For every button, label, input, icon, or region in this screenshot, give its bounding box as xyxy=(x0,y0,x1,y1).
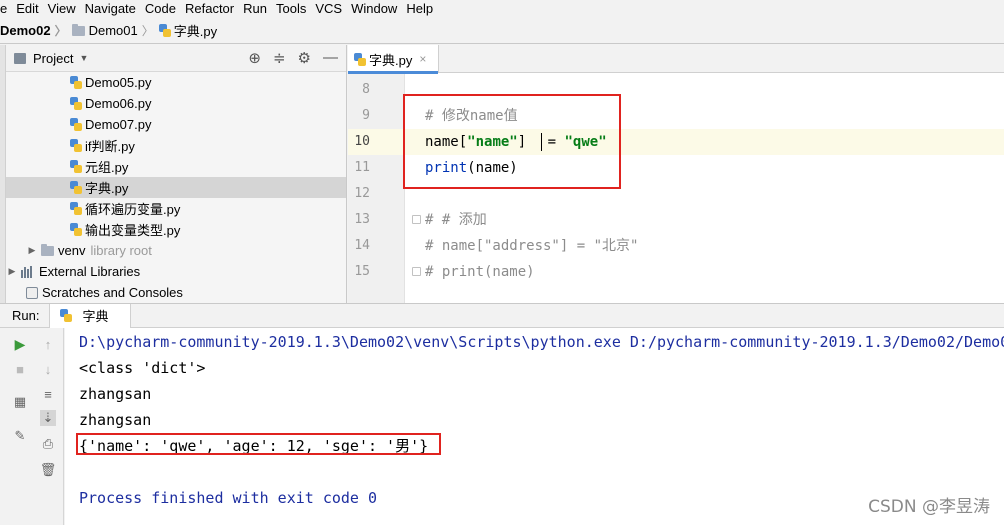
folder-icon xyxy=(71,23,85,36)
collapse-all-icon[interactable]: ≑ xyxy=(273,49,286,67)
highlight-box-code xyxy=(403,94,621,189)
python-file-icon xyxy=(70,223,82,236)
console-line: D:\pycharm-community-2019.1.3\Demo02\ven… xyxy=(79,333,1004,351)
editor-tab[interactable]: 字典.py × xyxy=(348,45,439,74)
watermark: CSDN @李昱涛 xyxy=(868,497,990,517)
tree-item-external-libraries[interactable]: ▶ External Libraries xyxy=(6,261,346,282)
code-line: 13 # # 添加 xyxy=(354,212,487,228)
tree-item[interactable]: Demo06.py xyxy=(6,93,346,114)
code-editor[interactable]: 字典.py × 8 9 # 修改name值 10 name["name"] = … xyxy=(348,45,1004,303)
breadcrumb-file[interactable]: 字典.py xyxy=(158,21,217,40)
python-file-icon xyxy=(70,202,82,215)
close-icon[interactable]: × xyxy=(419,52,426,66)
menu-window[interactable]: Window xyxy=(345,1,400,17)
console-line: zhangsan xyxy=(79,385,152,403)
rerun-icon[interactable]: ▶ xyxy=(12,336,28,352)
menu-refactor[interactable]: Refactor xyxy=(179,1,237,17)
editor-tab-bar: 字典.py × xyxy=(348,45,1004,74)
menu-file[interactable]: e xyxy=(0,1,10,17)
chevron-right-icon[interactable]: ▶ xyxy=(6,266,18,277)
chevron-right-icon: 〉 xyxy=(54,24,67,38)
python-file-icon xyxy=(70,97,82,110)
scroll-to-end-icon[interactable]: ⇣ xyxy=(40,410,56,426)
python-file-icon xyxy=(70,181,82,194)
tree-item-venv[interactable]: ▶ venv library root xyxy=(6,240,346,261)
tree-item[interactable]: Demo05.py xyxy=(6,72,346,93)
run-console-output[interactable]: D:\pycharm-community-2019.1.3\Demo02\ven… xyxy=(65,328,1004,525)
console-line: Process finished with exit code 0 xyxy=(79,489,378,507)
python-file-icon xyxy=(70,160,82,173)
project-tree: Demo05.py Demo06.py Demo07.py if判断.py 元组… xyxy=(6,72,346,303)
run-label: Run: xyxy=(12,308,40,323)
tree-item[interactable]: 输出变量类型.py xyxy=(6,219,346,240)
python-file-icon xyxy=(60,309,73,322)
library-icon xyxy=(21,265,35,278)
tree-item-selected[interactable]: 字典.py xyxy=(6,177,346,198)
layout-icon[interactable]: ▦ xyxy=(12,394,28,410)
chevron-right-icon[interactable]: ▶ xyxy=(26,245,38,256)
python-file-icon xyxy=(70,76,82,89)
console-line: <class 'dict'> xyxy=(79,359,206,377)
run-panel-header: Run: 字典 xyxy=(0,303,1004,328)
python-file-icon xyxy=(354,52,366,66)
tree-item[interactable]: 循环遍历变量.py xyxy=(6,198,346,219)
locate-icon[interactable]: ⊕ xyxy=(248,49,261,67)
project-panel-title[interactable]: Project xyxy=(33,51,73,66)
project-panel-toolbar: ⊕ ≑ ⚙ — xyxy=(248,49,338,67)
run-toolbar: ▶ ↑ ■ ↓ ▦ ≡ ⇣ ✎ ⎙ 🗑 xyxy=(0,328,64,525)
tree-item[interactable]: Demo07.py xyxy=(6,114,346,135)
menu-edit[interactable]: Edit xyxy=(10,1,41,17)
menu-view[interactable]: View xyxy=(42,1,79,17)
menu-help[interactable]: Help xyxy=(400,1,436,17)
project-panel-header: Project ▼ ⊕ ≑ ⚙ — xyxy=(6,45,346,72)
fold-marker-icon[interactable] xyxy=(412,215,421,224)
chevron-right-icon: 〉 xyxy=(141,24,154,38)
breadcrumb: Demo02 〉 Demo01 〉 字典.py xyxy=(0,18,1004,44)
menu-vcs[interactable]: VCS xyxy=(309,1,345,17)
project-icon xyxy=(14,52,26,64)
tree-item-scratches[interactable]: Scratches and Consoles xyxy=(6,282,346,303)
hide-icon[interactable]: — xyxy=(323,49,338,67)
menu-code[interactable]: Code xyxy=(139,1,179,17)
menu-run[interactable]: Run xyxy=(237,1,270,17)
print-icon[interactable]: ⎙ xyxy=(40,436,56,452)
tree-item[interactable]: 元组.py xyxy=(6,156,346,177)
breadcrumb-folder[interactable]: Demo01 〉 xyxy=(71,22,159,39)
stop-icon[interactable]: ■ xyxy=(12,361,28,377)
trash-icon[interactable]: 🗑 xyxy=(40,462,57,478)
code-line: 14 # name["address"] = "北京" xyxy=(354,238,639,254)
project-panel: Project ▼ ⊕ ≑ ⚙ — Demo05.py Demo06.py De… xyxy=(6,45,347,303)
console-line: zhangsan xyxy=(79,411,152,429)
folder-icon xyxy=(41,243,54,256)
python-file-icon xyxy=(70,139,82,152)
arrow-down-icon[interactable]: ↓ xyxy=(40,361,56,377)
menu-tools[interactable]: Tools xyxy=(270,1,309,17)
chevron-down-icon[interactable]: ▼ xyxy=(79,53,88,63)
breadcrumb-project[interactable]: Demo02 〉 xyxy=(0,22,72,39)
fold-marker-icon[interactable] xyxy=(412,267,421,276)
pin-icon[interactable]: ✎ xyxy=(12,428,28,444)
arrow-up-icon[interactable]: ↑ xyxy=(40,336,56,352)
python-file-icon xyxy=(158,24,171,37)
soft-wrap-icon[interactable]: ≡ xyxy=(40,386,56,402)
highlight-box-output xyxy=(76,433,441,455)
run-tab[interactable]: 字典 xyxy=(49,303,132,328)
gear-icon[interactable]: ⚙ xyxy=(298,49,311,67)
tree-item[interactable]: if判断.py xyxy=(6,135,346,156)
menu-bar: e Edit View Navigate Code Refactor Run T… xyxy=(0,0,1004,18)
code-line: 15 # print(name) xyxy=(354,264,535,280)
scratches-icon xyxy=(26,286,38,299)
menu-navigate[interactable]: Navigate xyxy=(79,1,139,17)
python-file-icon xyxy=(70,118,82,131)
